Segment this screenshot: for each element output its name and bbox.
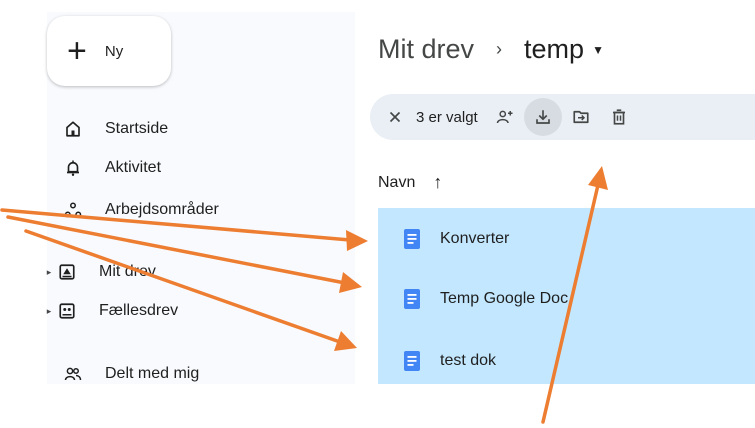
my-drive-icon — [57, 262, 77, 282]
file-row[interactable]: test dok — [378, 332, 755, 390]
sidebar-item-label: Fællesdrev — [99, 302, 179, 319]
sidebar-item-label: Mit drev — [99, 263, 156, 280]
workspaces-icon — [63, 200, 83, 220]
selected-count: 3 er valgt — [416, 108, 478, 126]
file-name: Konverter — [440, 230, 510, 247]
share-icon[interactable] — [486, 98, 524, 136]
file-name: Temp Google Doc — [440, 290, 569, 307]
file-row[interactable]: Temp Google Doc — [378, 270, 755, 328]
google-doc-icon — [404, 229, 420, 249]
file-name: test dok — [440, 352, 497, 369]
file-row[interactable]: Konverter — [378, 210, 755, 268]
sidebar-item-shared-with-me[interactable]: Delt med mig — [47, 357, 199, 391]
breadcrumb-current[interactable]: temp — [524, 34, 584, 65]
sort-arrow-up-icon[interactable]: ↑ — [433, 172, 442, 193]
plus-icon: + — [67, 32, 87, 70]
new-button[interactable]: + Ny — [47, 16, 171, 86]
column-label: Navn — [378, 173, 416, 191]
expand-caret-icon[interactable]: ▸ — [41, 267, 57, 278]
name-column-header[interactable]: Navn ↑ — [378, 172, 442, 193]
bell-icon — [63, 158, 83, 178]
breadcrumb-root[interactable]: Mit drev — [378, 34, 474, 65]
sidebar-item-label: Startside — [105, 120, 169, 137]
sidebar-item-shared-drives[interactable]: ▸ Fællesdrev — [41, 294, 178, 328]
file-list: Konverter Temp Google Doc test dok — [378, 208, 755, 384]
sidebar-item-my-drive[interactable]: ▸ Mit drev — [41, 255, 156, 289]
move-icon[interactable] — [562, 98, 600, 136]
download-icon[interactable] — [523, 98, 562, 136]
sidebar-item-activity[interactable]: Aktivitet — [47, 151, 161, 185]
sidebar: + Ny Startside Aktivitet Arbejdsområder … — [47, 12, 355, 384]
sidebar-item-label: Delt med mig — [105, 365, 200, 382]
google-doc-icon — [404, 351, 420, 371]
sidebar-item-workspaces[interactable]: Arbejdsområder — [47, 193, 219, 227]
main-content: Mit drev › temp ▼ 3 er valgt Navn ↑ Konv… — [355, 0, 755, 384]
new-button-label: Ny — [104, 42, 124, 60]
caret-down-icon[interactable]: ▼ — [592, 43, 604, 57]
sidebar-item-home[interactable]: Startside — [47, 112, 168, 146]
breadcrumb: Mit drev › temp ▼ — [378, 34, 604, 65]
sidebar-item-label: Arbejdsområder — [105, 201, 219, 218]
close-icon[interactable] — [376, 98, 414, 136]
breadcrumb-separator: › — [496, 39, 503, 59]
people-icon — [63, 364, 83, 384]
google-doc-icon — [404, 289, 420, 309]
sidebar-item-label: Aktivitet — [105, 159, 162, 176]
home-icon — [63, 119, 83, 139]
trash-icon[interactable] — [600, 98, 638, 136]
shared-drives-icon — [57, 301, 77, 321]
expand-caret-icon[interactable]: ▸ — [41, 306, 57, 317]
selection-toolbar: 3 er valgt — [370, 94, 755, 140]
